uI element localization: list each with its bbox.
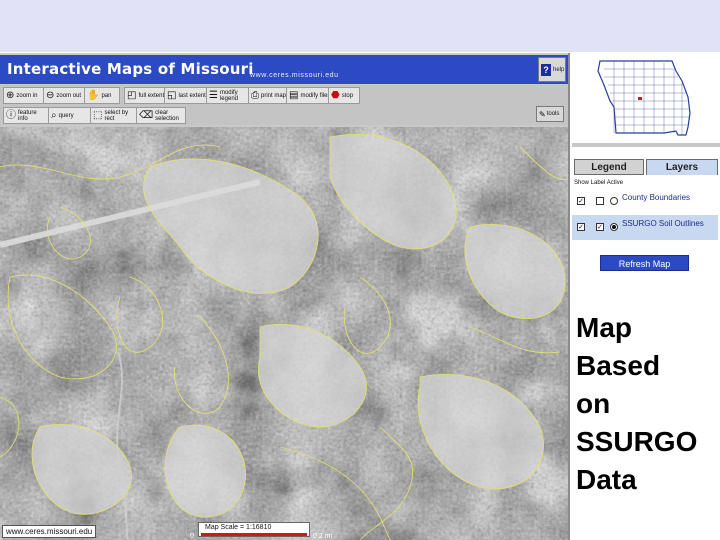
show-checkbox[interactable]: ✓	[577, 223, 585, 231]
select-by-rect-button[interactable]: ⬚ select by rect	[90, 107, 138, 124]
layer-row-county-boundaries: ✓ County Boundaries	[572, 189, 718, 214]
app-title: Interactive Maps of Missouri	[7, 60, 254, 78]
panel-divider	[572, 143, 720, 147]
missouri-overview-map[interactable]	[594, 57, 694, 139]
select-rect-icon: ⬚	[93, 109, 103, 121]
map-canvas[interactable]: www.ceres.missouri.edu Map Scale = 1:168…	[0, 127, 568, 540]
location-marker	[638, 97, 642, 100]
map-footer-url: www.ceres.missouri.edu	[2, 525, 97, 538]
tools-button[interactable]: ✎ tools	[536, 106, 564, 122]
scale-end-label: 0.2 mi	[313, 533, 333, 540]
last-extent-button[interactable]: ◱ last extent	[164, 87, 212, 104]
help-label: help	[553, 66, 565, 73]
active-radio[interactable]	[610, 223, 618, 231]
refresh-map-button[interactable]: Refresh Map	[600, 255, 689, 271]
stop-button[interactable]: ⬣ stop	[328, 87, 360, 104]
browser-window: Interactive Maps of Missouri www.ceres.m…	[0, 53, 720, 540]
last-extent-icon: ◱	[167, 89, 177, 101]
slide-caption: Map Based on SSURGO Data	[576, 312, 698, 495]
full-extent-icon: ◰	[127, 89, 137, 101]
clear-selection-icon: ⌫	[139, 109, 154, 121]
stop-icon: ⬣	[331, 89, 340, 101]
query-button[interactable]: ⌕ query	[48, 107, 92, 124]
label-checkbox[interactable]	[596, 197, 604, 205]
tab-legend[interactable]: Legend	[574, 159, 644, 175]
layer-name: County Boundaries	[622, 193, 691, 202]
printer-icon: ⎙	[251, 89, 259, 101]
query-icon: ⌕	[51, 109, 57, 121]
show-checkbox[interactable]: ✓	[577, 197, 585, 205]
tab-layers[interactable]: Layers	[646, 159, 718, 175]
zoom-out-button[interactable]: ⊖ zoom out	[43, 87, 90, 104]
site-url: www.ceres.missouri.edu	[250, 72, 339, 79]
slide-top-band	[0, 0, 720, 52]
help-button[interactable]: ? help	[538, 57, 566, 82]
help-question-icon: ?	[541, 63, 551, 76]
scale-bar-box: Map Scale = 1:16810	[198, 522, 310, 537]
layer-list: ✓ County Boundaries ✓ ✓ SSURGO Soil Outl…	[572, 189, 718, 243]
selection-toolbar: ⓘ feature info ⌕ query ⬚ select by rect …	[0, 105, 568, 125]
scale-bar	[201, 533, 307, 536]
feature-info-button[interactable]: ⓘ feature info	[3, 107, 51, 124]
active-radio[interactable]	[610, 197, 618, 205]
panel-tabs: Legend Layers	[574, 159, 718, 175]
scale-label: Map Scale = 1:16810	[205, 524, 272, 531]
layers-column-header: Show Label Active	[574, 180, 624, 186]
layer-row-ssurgo: ✓ ✓ SSURGO Soil Outlines	[572, 215, 718, 240]
main-toolbar: ⊕ zoom in ⊖ zoom out ✋ pan ◰ full extent…	[0, 85, 568, 105]
side-panel: Legend Layers Show Label Active ✓ County…	[572, 53, 720, 540]
pan-hand-icon: ✋	[87, 89, 100, 101]
zoom-in-icon: ⊕	[6, 89, 15, 101]
title-bar: Interactive Maps of Missouri www.ceres.m…	[0, 55, 568, 84]
clear-selection-button[interactable]: ⌫ clear selection	[136, 107, 186, 124]
modify-files-button[interactable]: ▤ modify files	[286, 87, 334, 104]
layer-name: SSURGO Soil Outlines	[622, 219, 704, 228]
zoom-out-icon: ⊖	[46, 89, 55, 101]
folder-icon: ▤	[289, 89, 299, 101]
tools-icon: ✎	[539, 109, 546, 119]
modify-legend-button[interactable]: ☰ modify legend	[206, 87, 253, 104]
label-checkbox[interactable]: ✓	[596, 223, 604, 231]
map-frame: Interactive Maps of Missouri www.ceres.m…	[0, 53, 570, 540]
info-icon: ⓘ	[6, 109, 16, 121]
scale-start-label: 0	[190, 533, 194, 540]
modify-legend-icon: ☰	[209, 89, 218, 101]
aerial-photo	[0, 127, 568, 540]
pan-button[interactable]: ✋ pan	[84, 87, 120, 104]
